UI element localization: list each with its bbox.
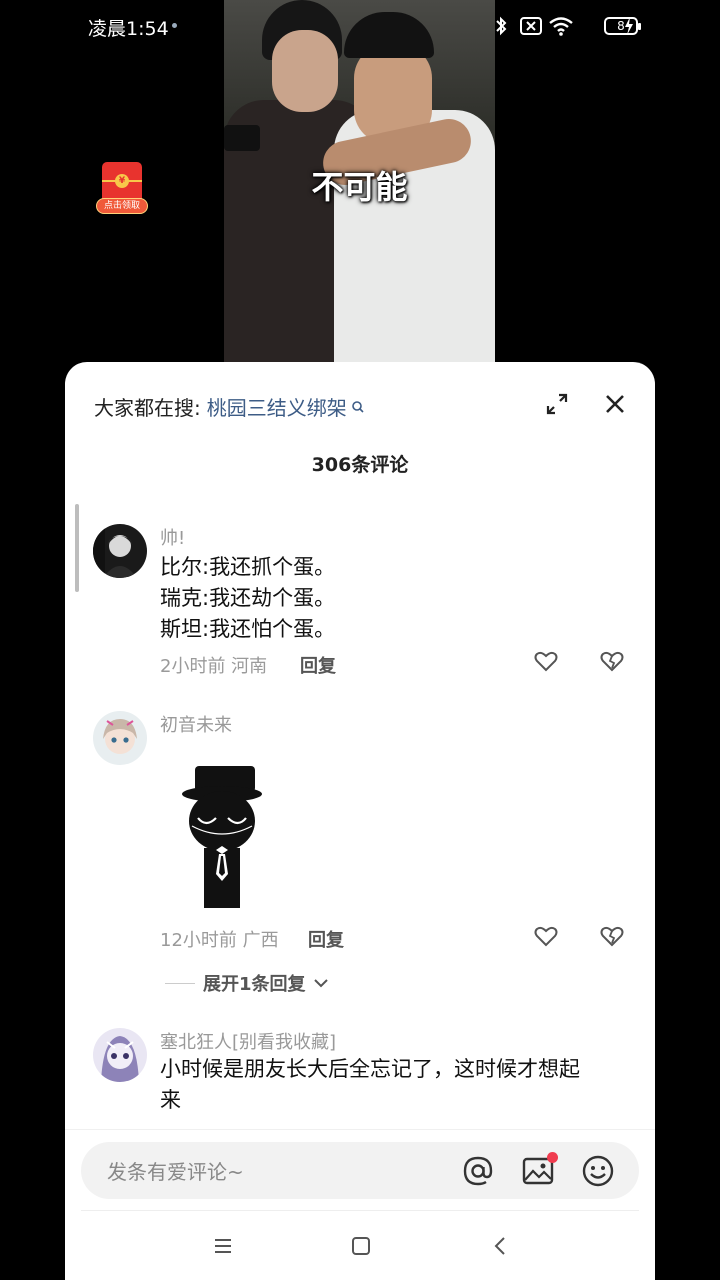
- home-icon[interactable]: [351, 1236, 371, 1256]
- comment-text-line: 小时候是朋友长大后全忘记了，这时候才想起: [160, 1057, 580, 1081]
- comment-username[interactable]: 塞北狂人[别看我收藏]: [160, 1028, 336, 1054]
- charging-icon: [625, 17, 633, 35]
- comment-item: 初音未来: [65, 711, 655, 951]
- status-bar: 凌晨1:54 8: [0, 0, 720, 52]
- red-packet-button[interactable]: ¥ 点击领取: [96, 162, 148, 218]
- search-prefix: 大家都在搜:: [94, 396, 201, 420]
- menu-icon[interactable]: [213, 1236, 233, 1256]
- heart-icon[interactable]: [533, 923, 559, 949]
- sticker-image[interactable]: [182, 766, 268, 908]
- notification-badge: [547, 1152, 558, 1163]
- trending-search[interactable]: 大家都在搜: 桃园三结义绑架: [94, 392, 365, 421]
- comment-text-line: 瑞克:我还劫个蛋。: [160, 586, 336, 610]
- comment-item: 帅! 比尔:我还抓个蛋。 瑞克:我还劫个蛋。 斯坦:我还怕个蛋。 2小时前 河南…: [65, 524, 655, 677]
- avatar[interactable]: [93, 1028, 147, 1082]
- video-caption: 不可能: [311, 168, 408, 206]
- close-icon[interactable]: [603, 392, 627, 416]
- chevron-down-icon: [313, 979, 328, 988]
- comment-text-line: 斯坦:我还怕个蛋。: [160, 617, 336, 641]
- comment-username[interactable]: 初音未来: [160, 711, 232, 737]
- comment-text-line: 比尔:我还抓个蛋。: [160, 555, 336, 579]
- comment-input[interactable]: 发条有爱评论~: [81, 1142, 639, 1199]
- comment-input-bar: 发条有爱评论~: [65, 1129, 655, 1280]
- notification-dot: [172, 23, 177, 28]
- emoji-icon[interactable]: [581, 1154, 615, 1188]
- video-gun: [224, 125, 260, 151]
- expand-divider: [165, 982, 195, 984]
- red-packet-coin: ¥: [115, 174, 129, 188]
- search-term-link[interactable]: 桃园三结义绑架: [207, 392, 347, 421]
- avatar[interactable]: [93, 524, 147, 578]
- comment-item: 塞北狂人[别看我收藏] 小时候是朋友长大后全忘记了，这时候才想起 来: [65, 1028, 655, 1138]
- avatar[interactable]: [93, 711, 147, 765]
- comment-text-line: 来: [160, 1088, 181, 1112]
- expand-replies-button[interactable]: 展开1条回复: [165, 970, 330, 996]
- nav-divider: [81, 1210, 639, 1211]
- comment-meta: 12小时前 广西: [160, 930, 279, 951]
- at-mention-icon[interactable]: [461, 1154, 495, 1188]
- broken-heart-icon[interactable]: [599, 648, 625, 674]
- comment-username[interactable]: 帅!: [160, 524, 185, 550]
- back-icon[interactable]: [491, 1236, 511, 1256]
- heart-icon[interactable]: [533, 648, 559, 674]
- bluetooth-icon: [496, 16, 507, 36]
- broken-heart-icon[interactable]: [599, 923, 625, 949]
- reply-button[interactable]: 回复: [300, 652, 336, 678]
- fullscreen-icon[interactable]: [545, 392, 569, 416]
- wifi-icon: [549, 17, 573, 36]
- comment-input-placeholder: 发条有爱评论~: [107, 1160, 244, 1184]
- status-time: 凌晨1:54: [88, 18, 169, 40]
- red-packet-label: 点击领取: [96, 198, 148, 214]
- comments-sheet: 大家都在搜: 桃园三结义绑架 306条评论 帅! 比尔:我还抓个蛋。 瑞克:我还…: [65, 362, 655, 1280]
- comment-count-title: 306条评论: [311, 454, 409, 476]
- expand-replies-label: 展开1条回复: [203, 974, 306, 995]
- reply-button[interactable]: 回复: [308, 926, 344, 952]
- search-icon: [351, 400, 364, 413]
- sim-x-icon: [520, 17, 542, 35]
- video-player[interactable]: 不可能: [224, 0, 495, 365]
- comment-meta: 2小时前 河南: [160, 656, 268, 677]
